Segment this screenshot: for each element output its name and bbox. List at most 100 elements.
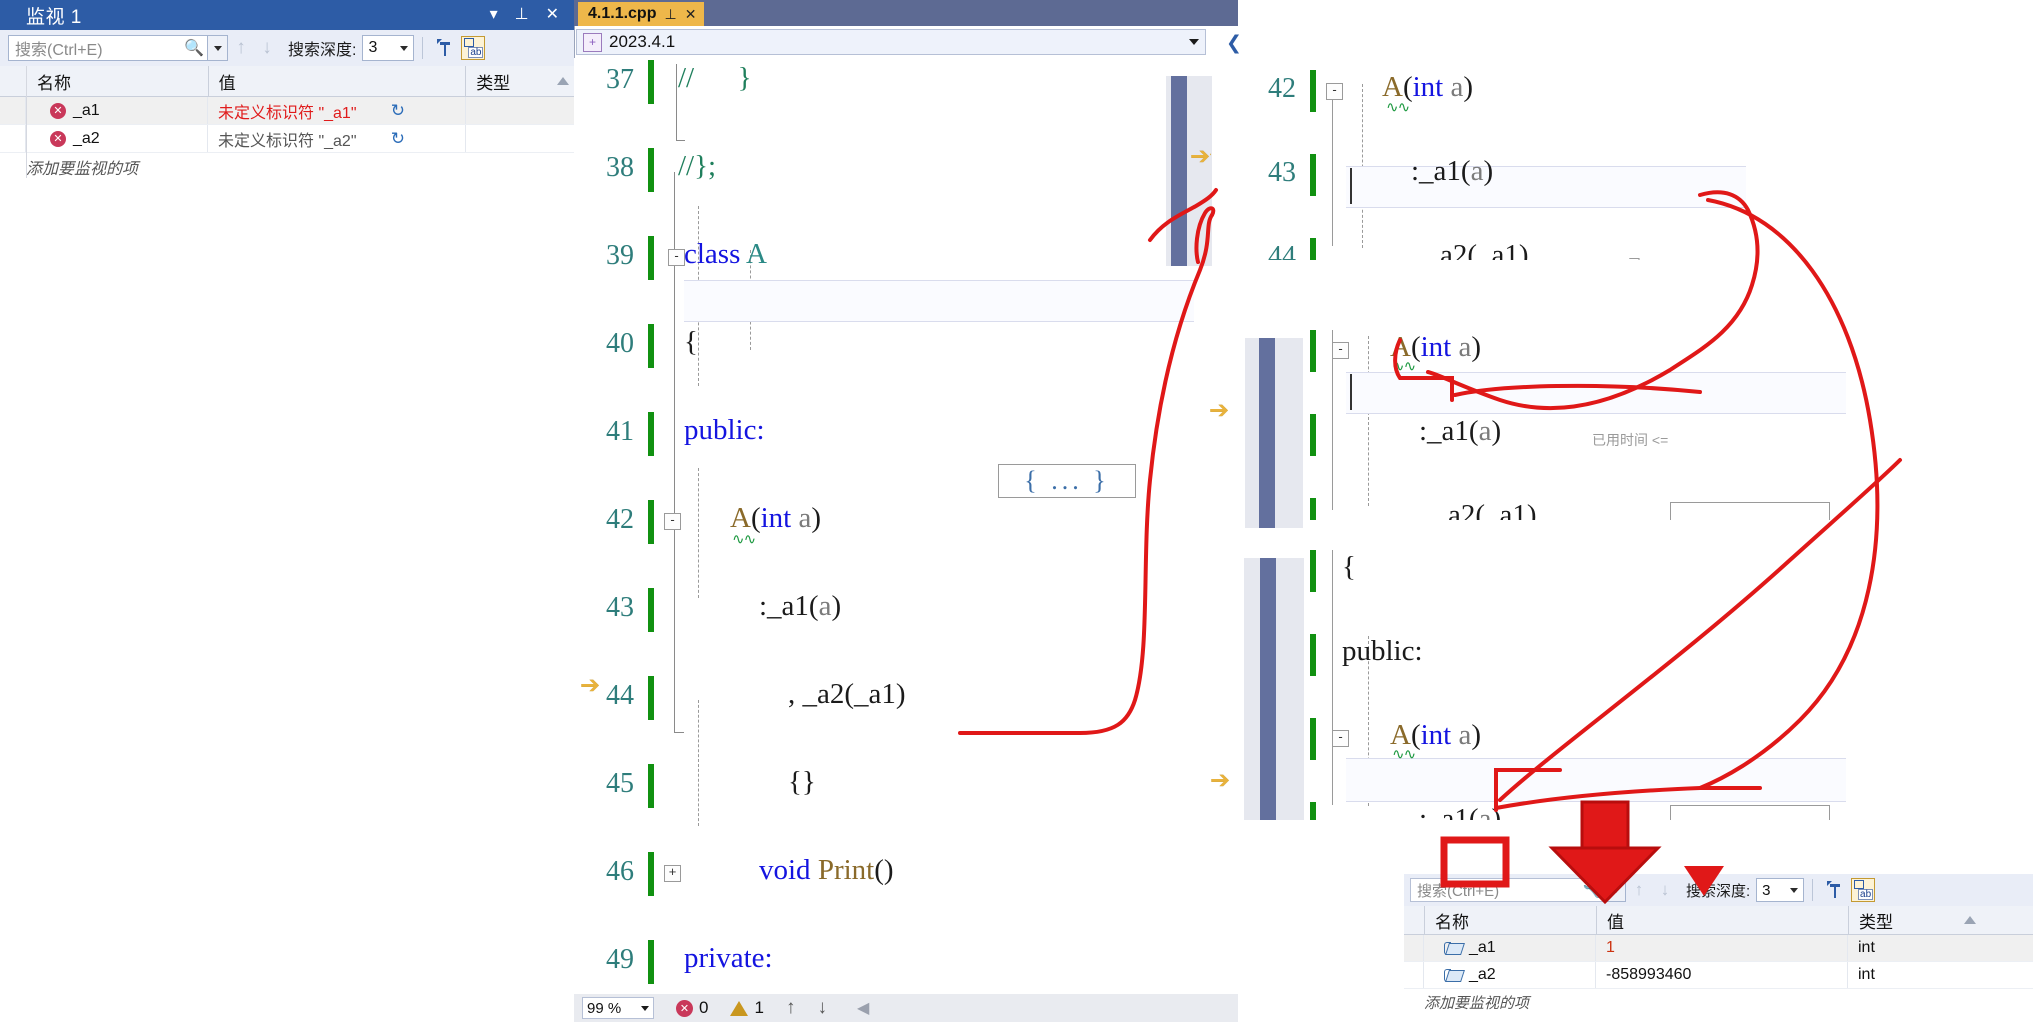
prev-issue-button[interactable]: ↑ <box>786 997 796 1019</box>
hex-display-button[interactable]: ab <box>459 34 487 62</box>
column-header-value[interactable]: 值 <box>1597 906 1849 934</box>
chevron-down-icon <box>214 46 222 51</box>
snippet-bottom-scrollbar[interactable]: ➔ <box>1244 558 1304 820</box>
search-next-button[interactable]: ↓ <box>254 37 280 59</box>
snippet-code-line[interactable]: 44 , _a2(_a1) 已 <box>1240 238 1800 260</box>
column-header-value[interactable]: 值 <box>209 66 467 96</box>
search-depth-select[interactable]: 3 <box>1756 878 1804 902</box>
code-line-39[interactable]: 39 - class A <box>574 236 1238 280</box>
search-input[interactable]: 搜索(Ctrl+E) 🔧 <box>1410 878 1606 902</box>
next-issue-button[interactable]: ↓ <box>817 997 827 1019</box>
search-input[interactable]: 搜索(Ctrl+E) 🔍 <box>8 35 208 61</box>
pin-toggle-button[interactable] <box>1821 876 1849 904</box>
code-line-46[interactable]: 46 + void Print() <box>574 852 1238 896</box>
header-gutter <box>0 66 27 96</box>
snippet-code-line[interactable]: 41 public: <box>1240 634 1880 676</box>
table-row[interactable]: _a2 -858993460 int <box>1404 962 2033 989</box>
snippet-code-line[interactable]: 42 - A(int a) ∿∿ <box>1240 718 1880 760</box>
refresh-icon[interactable]: ↻ <box>391 129 405 149</box>
watch-row-name-cell[interactable]: ✕ _a1 <box>26 97 208 124</box>
change-marker <box>648 676 654 720</box>
scrollbar-thumb[interactable] <box>1171 76 1187 266</box>
pin-icon[interactable]: ⊥ <box>515 7 529 23</box>
column-header-name[interactable]: 名称 <box>27 66 209 96</box>
close-icon[interactable]: ✕ <box>546 7 559 23</box>
watch-panel-2: 搜索(Ctrl+E) 🔧 ↑ ↓ 搜索深度: 3 ab 名称 值 类型 <box>1404 874 2033 1022</box>
hex-display-button[interactable]: ab <box>1849 876 1877 904</box>
zoom-level-select[interactable]: 99 % <box>582 997 654 1019</box>
error-icon: ✕ <box>50 131 66 147</box>
fold-toggle-icon[interactable]: + <box>664 865 681 882</box>
watch-row-name-cell[interactable]: _a2 <box>1424 962 1596 988</box>
snippet-code-line[interactable]: 43 :_a1(a) <box>1240 154 1800 196</box>
watch-row-value-cell[interactable]: 未定义标识符 "_a2" ↻ <box>208 125 466 152</box>
change-marker <box>648 148 654 192</box>
snippet-code-line[interactable]: 40 { <box>1240 550 1880 592</box>
search-options-dropdown[interactable] <box>1606 878 1626 902</box>
tab-4-1-1-cpp[interactable]: 4.1.1.cpp ⊥ ✕ <box>578 2 704 26</box>
column-header-name[interactable]: 名称 <box>1425 906 1597 934</box>
error-count-indicator[interactable]: ✕ 0 <box>676 998 708 1018</box>
watch-variable-value: -858993460 <box>1606 966 1691 984</box>
watch-row-value-cell[interactable]: 未定义标识符 "_a1" ↻ <box>208 97 466 124</box>
status-overflow-chevron[interactable]: ◀ <box>857 998 869 1018</box>
snippet-code-line[interactable]: 42 - A(int a) ∿∿ <box>1240 330 1880 372</box>
search-prev-button[interactable]: ↑ <box>1626 880 1652 900</box>
project-scope-select[interactable]: + 2023.4.1 <box>576 29 1206 55</box>
snippet-top-scrollbar[interactable]: ➔ <box>1166 76 1210 266</box>
watch-row-value-cell[interactable]: -858993460 <box>1596 962 1848 988</box>
grid-scroll-up-button[interactable] <box>1959 906 1981 934</box>
warning-count-indicator[interactable]: 1 <box>730 998 763 1018</box>
code-line-38[interactable]: 38 //}; <box>574 148 1238 192</box>
watch-row-name-cell[interactable]: _a1 <box>1424 935 1596 961</box>
code-line-44[interactable]: 44 , _a2(_a1) <box>574 676 1238 720</box>
chevron-down-icon[interactable]: ▾ <box>490 7 498 23</box>
pin-toggle-button[interactable] <box>431 34 459 62</box>
table-row[interactable]: _a1 1 int <box>1404 935 2033 962</box>
code-line-49[interactable]: 49 private: <box>574 940 1238 984</box>
code-line-42[interactable]: 42 - A(int a) ∿∿ <box>574 500 1238 544</box>
tab-filename: 4.1.1.cpp <box>588 5 656 23</box>
collapsed-block-placeholder[interactable] <box>1670 502 1830 520</box>
change-marker <box>1310 330 1316 372</box>
collapsed-block-placeholder[interactable]: { ... } <box>998 464 1136 498</box>
search-options-dropdown[interactable] <box>208 35 228 61</box>
fold-toggle-icon[interactable]: - <box>1332 342 1349 359</box>
navbar-overflow-chevron[interactable]: ❮ <box>1226 32 1242 55</box>
code-text-area[interactable]: 37 // } 38 //}; 39 - class A 40 { 41 pub… <box>574 58 1238 996</box>
search-next-button[interactable]: ↓ <box>1652 880 1678 900</box>
fold-toggle-icon[interactable]: - <box>1332 730 1349 747</box>
fold-toggle-icon[interactable]: - <box>668 249 685 266</box>
collapsed-block-placeholder[interactable] <box>1670 805 1830 820</box>
fold-toggle-icon[interactable]: - <box>1326 83 1343 100</box>
table-row[interactable]: ✕ _a2 未定义标识符 "_a2" ↻ <box>0 125 574 153</box>
add-watch-row[interactable]: 添加要监视的项 <box>1404 989 2033 1016</box>
variable-icon <box>1444 968 1462 983</box>
code-line-41[interactable]: 41 public: <box>574 412 1238 456</box>
code-line-43[interactable]: 43 :_a1(a) <box>574 588 1238 632</box>
close-icon[interactable]: ✕ <box>685 6 697 23</box>
watch-row-value-cell[interactable]: 1 <box>1596 935 1848 961</box>
scrollbar-thumb[interactable] <box>1260 558 1276 820</box>
editor-navigation-bar: + 2023.4.1 <box>576 28 1232 56</box>
snippet-code-line[interactable]: 42 - A(int a) ∿∿ <box>1240 70 1800 112</box>
add-watch-row[interactable]: 添加要监视的项 <box>0 153 574 180</box>
code-line-45[interactable]: 45 {} <box>574 764 1238 808</box>
watch-row-name-cell[interactable]: ✕ _a2 <box>26 125 208 152</box>
code-line-40[interactable]: 40 { <box>574 324 1238 368</box>
grid-scroll-up-button[interactable] <box>552 66 574 96</box>
pin-icon[interactable]: ⊥ <box>664 6 676 23</box>
line-text: // } <box>678 62 752 95</box>
search-prev-button[interactable]: ↑ <box>228 37 254 59</box>
snippet-code-line[interactable]: 43 :_a1(a) 已用时间 <= <box>1240 414 1880 456</box>
code-line-37[interactable]: 37 // } <box>574 60 1238 104</box>
line-text: , _a2(_a1) <box>1390 499 1537 520</box>
line-text: class A <box>684 238 767 271</box>
fold-toggle-icon[interactable]: - <box>664 513 681 530</box>
search-depth-select[interactable]: 3 <box>362 35 414 61</box>
table-row[interactable]: ✕ _a1 未定义标识符 "_a1" ↻ <box>0 97 574 125</box>
column-header-type[interactable]: 类型 <box>1849 906 1959 934</box>
column-header-type[interactable]: 类型 <box>466 66 552 96</box>
change-marker <box>1310 550 1316 592</box>
refresh-icon[interactable]: ↻ <box>391 101 405 121</box>
